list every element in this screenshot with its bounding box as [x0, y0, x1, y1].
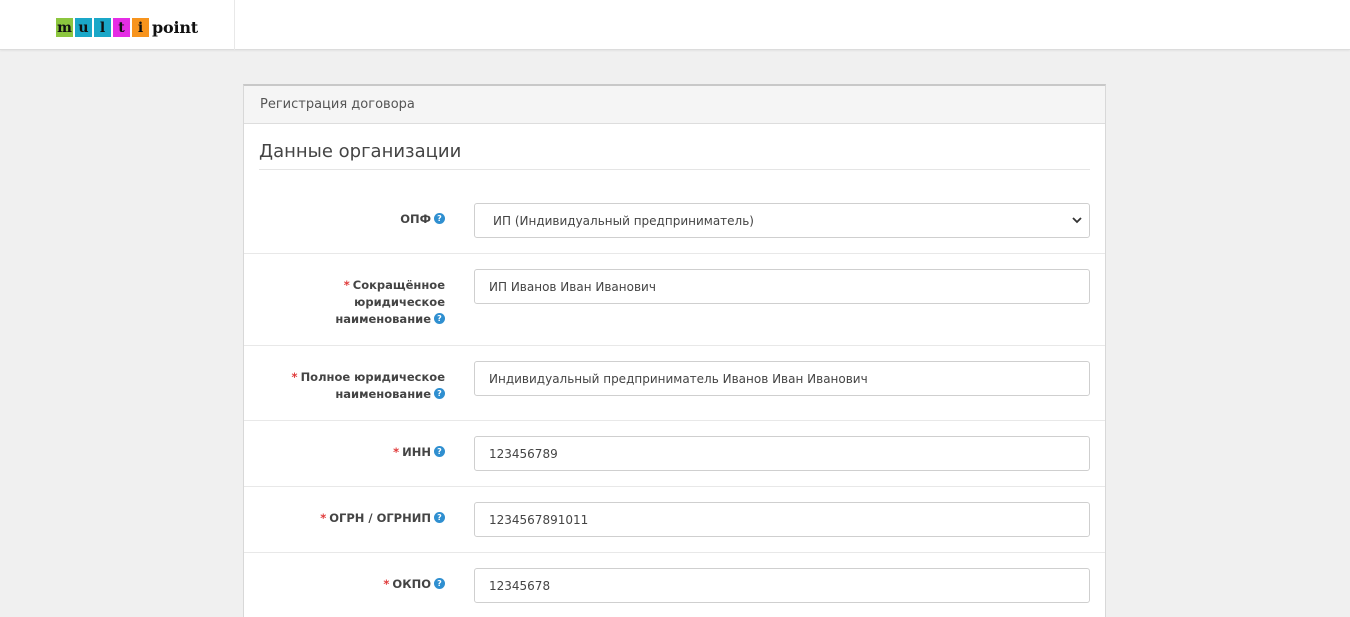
form-row-okpo: * ОКПО? 12345678 — [244, 553, 1105, 617]
short-name-label: * Сокращённое юридическое наименование? — [305, 277, 445, 328]
short-name-label-text: Сокращённое юридическое наименование — [335, 278, 445, 326]
required-mark: * — [393, 445, 400, 459]
opf-select-value: ИП (Индивидуальный предприниматель) — [493, 213, 754, 228]
question-circle-icon[interactable]: ? — [434, 388, 445, 399]
inn-label: * ИНН? — [255, 444, 445, 461]
okpo-label: * ОКПО? — [255, 576, 445, 593]
required-mark: * — [343, 278, 350, 292]
opf-label: ОПФ? — [255, 211, 445, 228]
logo-letter: m — [56, 18, 73, 37]
logo-letter: t — [113, 18, 130, 37]
chevron-down-icon — [1072, 217, 1082, 224]
ogrn-label: * ОГРН / ОГРНИП? — [255, 510, 445, 527]
top-navbar: m u l t i point — [0, 0, 1350, 50]
panel-heading: Регистрация договора — [244, 86, 1105, 124]
contract-registration-panel: Регистрация договора Данные организации … — [243, 84, 1106, 617]
short-name-value: ИП Иванов Иван Иванович — [489, 279, 656, 294]
required-mark: * — [291, 370, 298, 384]
question-circle-icon[interactable]: ? — [434, 446, 445, 457]
okpo-input[interactable]: 12345678 — [474, 568, 1090, 603]
form-row-opf: ОПФ? ИП (Индивидуальный предприниматель) — [244, 187, 1105, 254]
form-row-ogrn: * ОГРН / ОГРНИП? 1234567891011 — [244, 487, 1105, 553]
section-divider — [259, 169, 1090, 170]
okpo-label-text: ОКПО — [392, 577, 431, 591]
inn-value: 123456789 — [489, 446, 558, 461]
question-circle-icon[interactable]: ? — [434, 578, 445, 589]
full-name-label-text: Полное юридическое наименование — [300, 370, 445, 401]
form-row-short-name: * Сокращённое юридическое наименование? И… — [244, 254, 1105, 346]
required-mark: * — [383, 577, 390, 591]
short-name-input[interactable]: ИП Иванов Иван Иванович — [474, 269, 1090, 304]
logo-word: point — [152, 18, 198, 37]
full-name-input[interactable]: Индивидуальный предприниматель Иванов Ив… — [474, 361, 1090, 396]
ogrn-label-text: ОГРН / ОГРНИП — [329, 511, 431, 525]
opf-select[interactable]: ИП (Индивидуальный предприниматель) — [474, 203, 1090, 238]
section-title: Данные организации — [259, 141, 462, 162]
logo-letter: l — [94, 18, 111, 37]
question-circle-icon[interactable]: ? — [434, 313, 445, 324]
inn-input[interactable]: 123456789 — [474, 436, 1090, 471]
required-mark: * — [320, 511, 327, 525]
ogrn-input[interactable]: 1234567891011 — [474, 502, 1090, 537]
question-circle-icon[interactable]: ? — [434, 213, 445, 224]
logo-letter: u — [75, 18, 92, 37]
form-row-inn: * ИНН? 123456789 — [244, 421, 1105, 487]
multipoint-logo[interactable]: m u l t i point — [56, 18, 198, 37]
logo-letter: i — [132, 18, 149, 37]
question-circle-icon[interactable]: ? — [434, 512, 445, 523]
ogrn-value: 1234567891011 — [489, 512, 589, 527]
okpo-value: 12345678 — [489, 578, 551, 593]
logo-area: m u l t i point — [0, 0, 235, 50]
opf-label-text: ОПФ — [400, 212, 431, 226]
full-name-label: * Полное юридическое наименование? — [275, 369, 445, 403]
form-row-full-name: * Полное юридическое наименование? Индиви… — [244, 346, 1105, 421]
full-name-value: Индивидуальный предприниматель Иванов Ив… — [489, 371, 868, 386]
inn-label-text: ИНН — [402, 445, 431, 459]
